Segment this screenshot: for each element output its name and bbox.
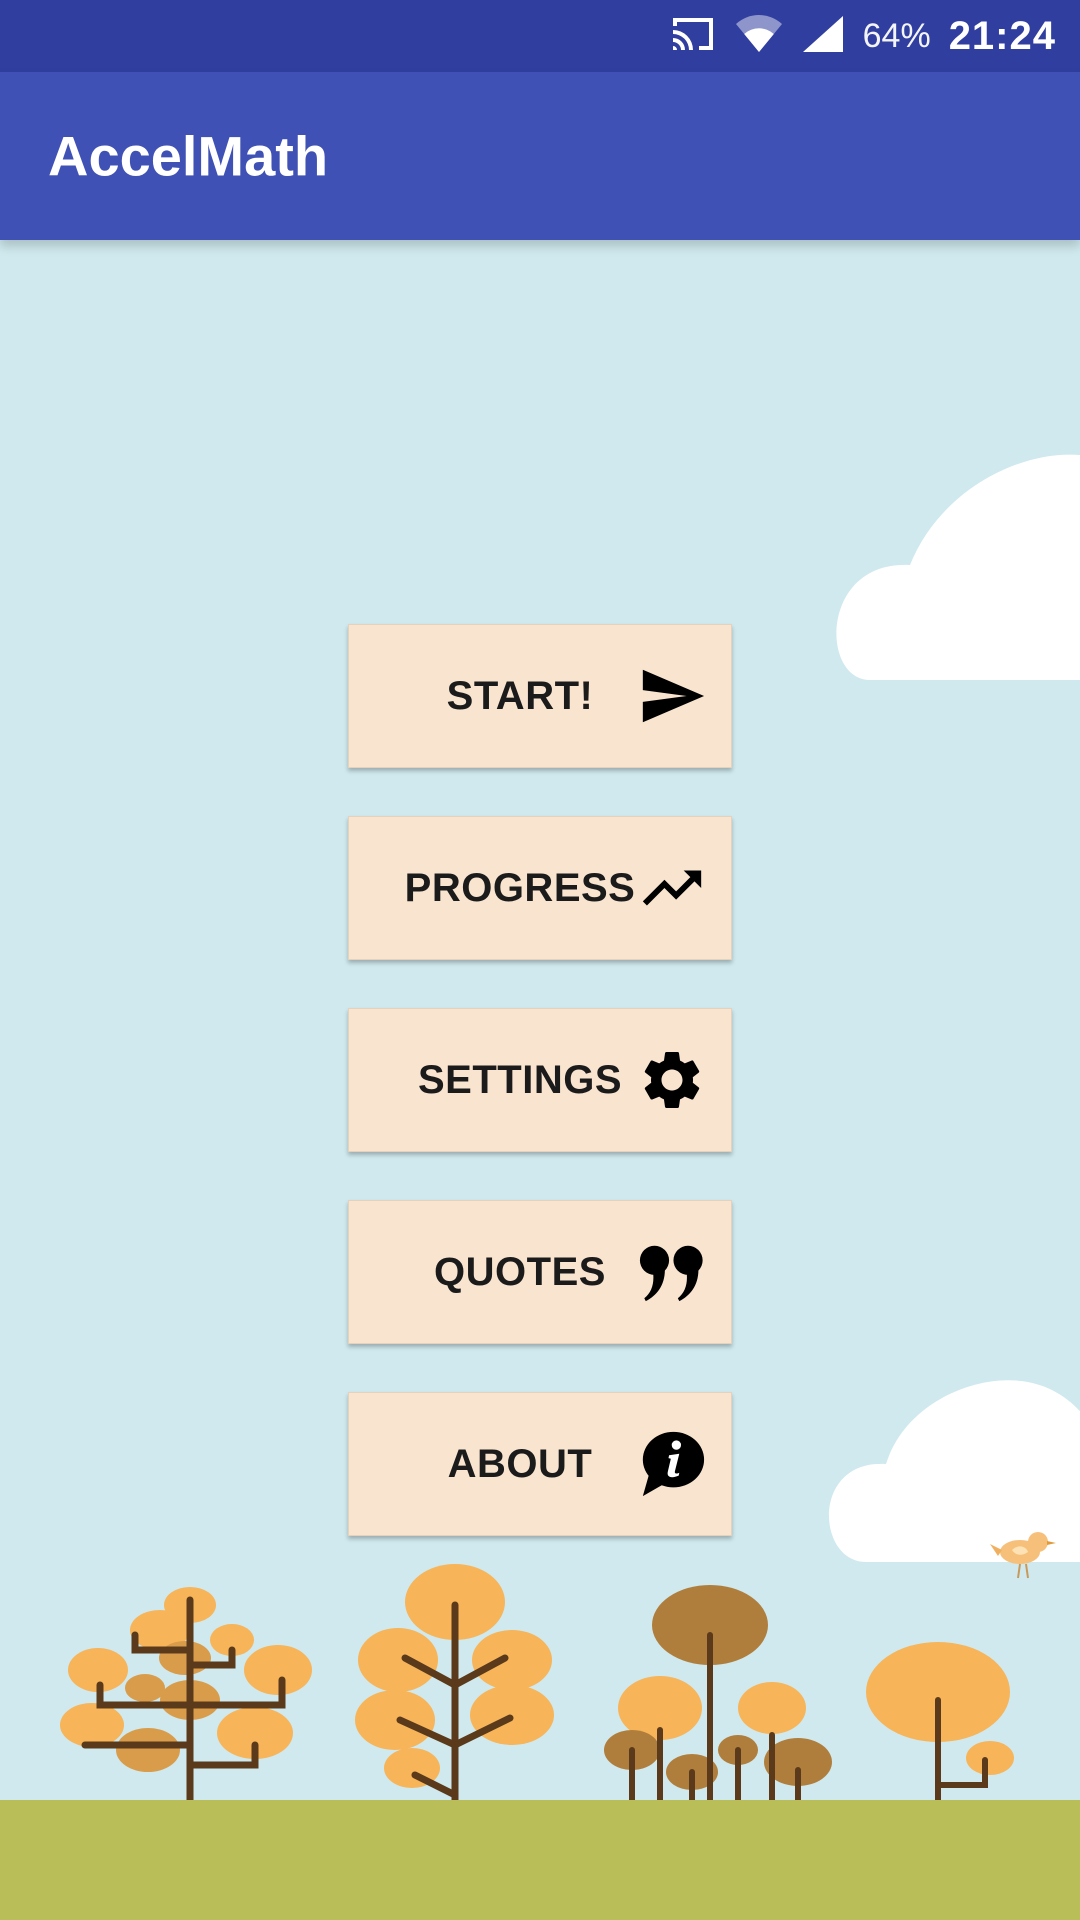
trending-up-icon <box>637 853 707 923</box>
app-bar: AccelMath <box>0 72 1080 240</box>
settings-button[interactable]: SETTINGS <box>348 1008 732 1152</box>
send-icon <box>637 661 707 731</box>
quotes-button[interactable]: QUOTES <box>348 1200 732 1344</box>
about-label: ABOUT <box>447 1441 593 1486</box>
status-bar: 64% 21:24 <box>0 0 1080 72</box>
wifi-icon <box>735 14 783 59</box>
tree-1 <box>60 1587 312 1822</box>
cloud-top-right <box>830 450 1080 695</box>
progress-label: PROGRESS <box>404 865 636 910</box>
main-menu: START! PROGRESS SETTINGS QUOTES ABOUT <box>348 624 732 1584</box>
battery-percent: 64% <box>862 16 931 55</box>
start-label: START! <box>446 673 594 718</box>
progress-button[interactable]: PROGRESS <box>348 816 732 960</box>
gear-icon <box>637 1045 707 1115</box>
quote-icon <box>637 1237 707 1307</box>
settings-label: SETTINGS <box>417 1057 623 1102</box>
info-bubble-icon <box>637 1429 707 1499</box>
tree-4 <box>866 1642 1014 1815</box>
trees-illustration <box>0 1540 1080 1822</box>
clock: 21:24 <box>948 13 1056 58</box>
cell-signal-icon <box>801 14 845 59</box>
about-button[interactable]: ABOUT <box>348 1392 732 1536</box>
app-title: AccelMath <box>48 124 329 188</box>
cast-icon <box>669 14 717 59</box>
quotes-label: QUOTES <box>434 1249 606 1294</box>
status-indicators: 64% 21:24 <box>669 0 1056 72</box>
start-button[interactable]: START! <box>348 624 732 768</box>
tree-2 <box>355 1564 554 1822</box>
ground <box>0 1800 1080 1920</box>
tree-3 <box>604 1585 832 1821</box>
